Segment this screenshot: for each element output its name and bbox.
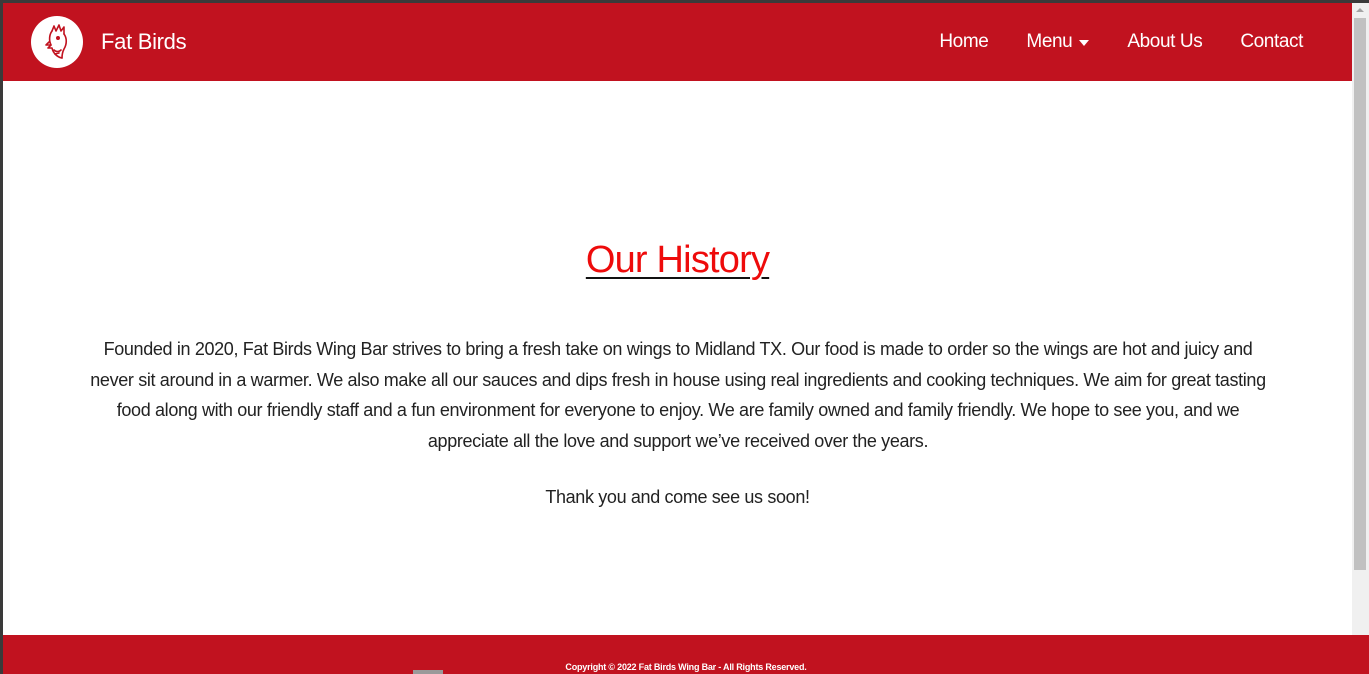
footer-divider: [413, 670, 443, 674]
rooster-logo-icon: [31, 16, 83, 68]
vertical-scrollbar[interactable]: [1352, 3, 1369, 635]
page-title-text: Our History: [585, 239, 770, 281]
brand-link[interactable]: Fat Birds: [31, 16, 187, 68]
closing-message: Thank you and come see us soon!: [545, 487, 810, 507]
nav-contact-link[interactable]: Contact: [1240, 31, 1303, 53]
scroll-up-arrow-icon[interactable]: [1356, 8, 1364, 12]
copyright-text: Copyright © 2022 Fat Birds Wing Bar - Al…: [565, 662, 807, 672]
nav-menu-label: Menu: [1026, 31, 1073, 52]
page-title: Our History: [3, 239, 1352, 282]
scrollbar-thumb[interactable]: [1354, 18, 1366, 570]
history-section: Our History Founded in 2020, Fat Birds W…: [3, 81, 1352, 635]
caret-down-icon: [1079, 39, 1090, 46]
history-paragraph: Founded in 2020, Fat Birds Wing Bar stri…: [90, 339, 1266, 451]
nav-about-link[interactable]: About Us: [1127, 31, 1202, 53]
navbar: Fat Birds Home Menu About Us Contact: [3, 3, 1352, 81]
brand-name: Fat Birds: [101, 29, 187, 54]
nav-links: Home Menu About Us Contact: [901, 3, 1303, 81]
nav-menu-dropdown[interactable]: Menu: [1026, 31, 1090, 53]
nav-home-link[interactable]: Home: [939, 31, 988, 53]
browser-viewport: Fat Birds Home Menu About Us Contact Our…: [3, 3, 1369, 674]
footer: Copyright © 2022 Fat Birds Wing Bar - Al…: [3, 635, 1369, 674]
